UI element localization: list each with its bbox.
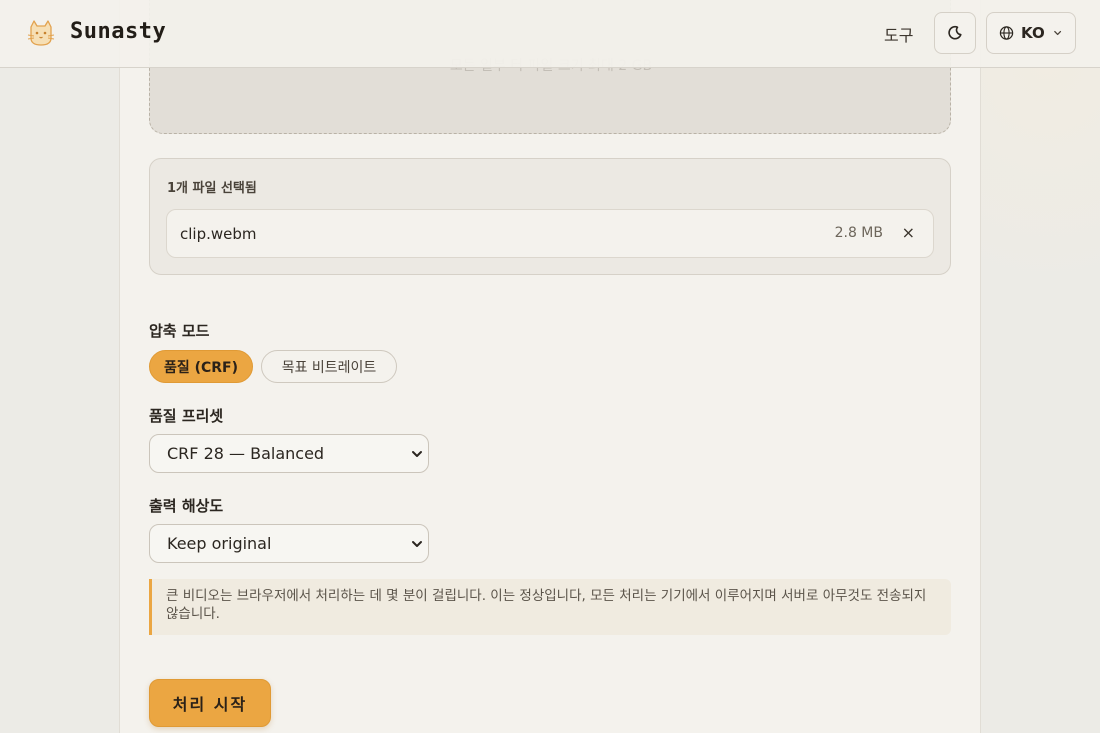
language-selector[interactable]: KO: [986, 12, 1076, 54]
brand-name[interactable]: Sunasty: [70, 19, 166, 44]
remove-file-icon[interactable]: ×: [902, 223, 915, 242]
moon-icon: [948, 25, 962, 40]
file-size: 2.8 MB: [834, 225, 883, 241]
quality-preset-value: CRF 28 — Balanced: [167, 444, 325, 463]
top-header: Sunasty 도구 KO: [0, 0, 1100, 68]
file-name: clip.webm: [180, 225, 257, 243]
chevron-down-icon: [1053, 30, 1061, 36]
output-resolution-select[interactable]: Keep original: [149, 524, 429, 563]
globe-icon: [999, 26, 1014, 40]
output-resolution-value: Keep original: [167, 534, 272, 553]
file-item: clip.webm 2.8 MB ×: [166, 209, 934, 258]
selected-files-panel: 1개 파일 선택됨 clip.webm 2.8 MB ×: [149, 158, 951, 275]
processing-notice: 큰 비디오는 브라우저에서 처리하는 데 몇 분이 걸립니다. 이는 정상입니다…: [149, 579, 951, 635]
quality-preset-select[interactable]: CRF 28 — Balanced: [149, 434, 429, 473]
mode-bitrate-button[interactable]: 목표 비트레이트: [261, 350, 397, 383]
tools-menu[interactable]: 도구: [870, 22, 927, 46]
files-count-label: 1개 파일 선택됨: [167, 181, 257, 196]
language-code: KO: [1021, 24, 1045, 42]
output-resolution-label: 출력 해상도: [149, 497, 224, 515]
chevron-down-icon: [412, 541, 422, 547]
start-processing-button[interactable]: 처리 시작: [149, 679, 271, 727]
mode-crf-button[interactable]: 품질 (CRF): [149, 350, 253, 383]
notice-text: 큰 비디오는 브라우저에서 처리하는 데 몇 분이 걸립니다. 이는 정상입니다…: [166, 588, 927, 622]
cat-logo-icon[interactable]: [26, 18, 56, 48]
chevron-down-icon: [412, 451, 422, 457]
theme-toggle-button[interactable]: [934, 12, 976, 54]
compression-mode-label: 압축 모드: [149, 322, 210, 340]
quality-preset-label: 품질 프리셋: [149, 407, 224, 425]
